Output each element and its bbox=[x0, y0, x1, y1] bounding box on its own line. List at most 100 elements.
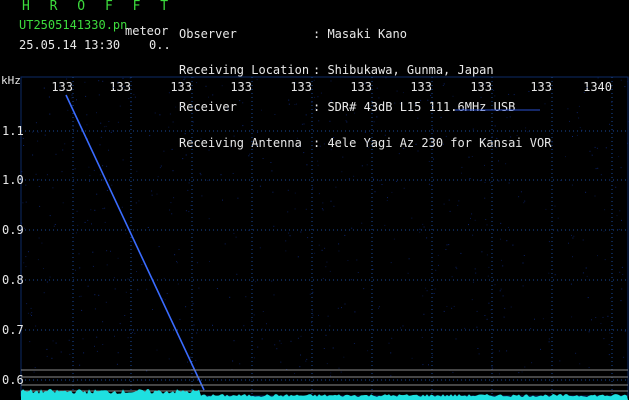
noise-speck bbox=[390, 262, 392, 264]
noise-speck bbox=[576, 112, 578, 114]
noise-speck bbox=[106, 250, 108, 252]
noise-speck bbox=[452, 371, 454, 373]
noise-speck bbox=[188, 182, 190, 184]
noise-speck bbox=[159, 114, 161, 116]
noise-speck bbox=[101, 131, 103, 133]
noise-speck bbox=[106, 264, 108, 266]
noise-speck bbox=[23, 145, 25, 146]
noise-speck bbox=[119, 323, 121, 325]
noise-speck bbox=[152, 309, 153, 310]
noise-speck bbox=[568, 242, 569, 244]
noise-speck bbox=[84, 221, 86, 223]
noise-speck bbox=[576, 134, 578, 136]
noise-speck bbox=[94, 308, 96, 310]
noise-speck bbox=[520, 191, 522, 193]
noise-speck bbox=[317, 96, 319, 98]
noise-speck bbox=[470, 217, 471, 219]
noise-speck bbox=[22, 137, 24, 139]
noise-speck bbox=[586, 275, 588, 277]
noise-speck bbox=[462, 107, 464, 109]
noise-speck bbox=[378, 307, 379, 309]
noise-speck bbox=[53, 225, 55, 227]
noise-speck bbox=[322, 202, 324, 204]
noise-speck bbox=[46, 355, 48, 357]
noise-speck bbox=[96, 336, 98, 338]
noise-speck bbox=[499, 290, 501, 292]
noise-speck bbox=[608, 354, 610, 356]
noise-speck bbox=[403, 187, 405, 189]
noise-speck bbox=[191, 337, 193, 339]
noise-speck bbox=[440, 116, 442, 118]
noise-speck bbox=[96, 350, 98, 352]
noise-speck bbox=[486, 224, 488, 226]
noise-speck bbox=[288, 232, 290, 234]
noise-speck bbox=[189, 356, 191, 358]
noise-speck bbox=[285, 250, 287, 252]
noise-speck bbox=[113, 277, 115, 279]
noise-speck bbox=[575, 352, 577, 354]
noise-speck bbox=[131, 331, 133, 333]
noise-speck bbox=[425, 287, 427, 289]
noise-speck bbox=[76, 99, 77, 101]
noise-speck bbox=[253, 314, 255, 316]
noise-speck bbox=[502, 295, 504, 297]
noise-speck bbox=[345, 120, 347, 122]
noise-speck bbox=[309, 293, 311, 295]
noise-speck bbox=[172, 121, 174, 123]
noise-speck bbox=[48, 96, 50, 98]
noise-speck bbox=[266, 323, 267, 325]
noise-speck bbox=[402, 325, 404, 327]
noise-speck bbox=[476, 310, 478, 312]
noise-speck bbox=[29, 341, 31, 343]
noise-speck bbox=[586, 87, 588, 89]
noise-speck bbox=[100, 136, 102, 138]
noise-speck bbox=[306, 358, 308, 360]
noise-speck bbox=[423, 226, 425, 228]
noise-speck bbox=[315, 108, 316, 110]
noise-speck bbox=[158, 246, 160, 248]
noise-speck bbox=[508, 227, 509, 228]
noise-speck bbox=[579, 363, 581, 365]
noise-speck bbox=[86, 114, 88, 116]
y-tick-label: 0.8 bbox=[2, 273, 24, 287]
noise-speck bbox=[318, 244, 320, 246]
noise-speck bbox=[496, 137, 498, 139]
noise-speck bbox=[102, 80, 104, 82]
noise-speck bbox=[192, 121, 194, 123]
noise-speck bbox=[451, 276, 453, 278]
noise-speck bbox=[527, 131, 529, 133]
noise-speck bbox=[325, 334, 327, 336]
noise-speck bbox=[484, 181, 486, 183]
x-tick-label: 133 bbox=[51, 80, 73, 94]
noise-speck bbox=[236, 273, 238, 275]
noise-speck bbox=[136, 271, 137, 272]
noise-speck bbox=[341, 171, 343, 173]
noise-speck bbox=[487, 275, 489, 277]
noise-speck bbox=[522, 285, 524, 287]
noise-speck bbox=[325, 266, 327, 268]
noise-speck bbox=[193, 77, 195, 78]
noise-speck bbox=[343, 356, 345, 358]
noise-speck bbox=[372, 268, 374, 270]
noise-speck bbox=[163, 150, 165, 152]
noise-speck bbox=[280, 342, 282, 344]
noise-speck bbox=[32, 178, 34, 180]
noise-speck bbox=[288, 99, 290, 101]
noise-speck bbox=[233, 232, 235, 234]
noise-speck bbox=[492, 351, 494, 353]
noise-speck bbox=[619, 210, 621, 212]
noise-speck bbox=[30, 307, 32, 309]
noise-speck bbox=[102, 208, 104, 210]
noise-speck bbox=[314, 96, 316, 98]
noise-speck bbox=[233, 340, 235, 342]
noise-speck bbox=[396, 90, 398, 92]
noise-speck bbox=[257, 132, 259, 133]
noise-speck bbox=[72, 125, 74, 127]
noise-speck bbox=[98, 94, 100, 96]
noise-speck bbox=[199, 172, 201, 174]
noise-speck bbox=[111, 184, 113, 186]
noise-speck bbox=[492, 367, 494, 369]
noise-speck bbox=[446, 244, 448, 246]
noise-speck bbox=[185, 210, 187, 212]
noise-speck bbox=[294, 192, 296, 194]
